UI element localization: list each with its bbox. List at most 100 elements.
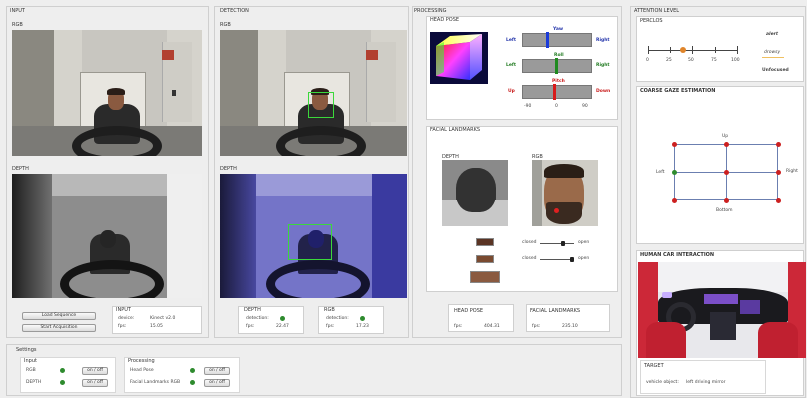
pose-tick-0: 0: [555, 104, 558, 109]
input-fps-value: 15.05: [150, 324, 163, 329]
gaze-point-mr: [776, 170, 781, 175]
detection-title: DETECTION: [220, 8, 249, 14]
detection-rgb-view: [220, 30, 407, 156]
gaze-title: COARSE GAZE ESTIMATION: [640, 88, 716, 94]
facial-landmarks-title: FACIAL LANDMARKS: [430, 127, 481, 133]
load-sequence-button[interactable]: Load Sequence: [22, 312, 96, 320]
gaze-point-br: [776, 198, 781, 203]
head-pose-box-title: HEAD POSE: [454, 308, 484, 314]
rgb-face-bbox: [308, 92, 334, 118]
input-rgb-view: [12, 30, 202, 156]
input-group-title: Input: [24, 358, 37, 364]
setting-rgb-label: RGB: [26, 368, 36, 373]
setting-depth-label: DEPTH: [26, 380, 42, 385]
head-pose-title: HEAD POSE: [430, 17, 460, 23]
left-eye-openness-slider: [540, 243, 574, 244]
perclos-marker: [680, 47, 686, 53]
perclos-tick-label-100: 100: [731, 58, 740, 63]
rgb-detection-status-dot: [360, 316, 365, 321]
pitch-down-label: Down: [596, 89, 611, 94]
yaw-slider: [522, 33, 592, 47]
detection-depth-box-title: DEPTH: [244, 307, 261, 313]
perclos-tick-75: [715, 47, 716, 53]
perclos-tick-50: [692, 46, 693, 54]
fl-fps-value: 235.10: [562, 324, 578, 329]
gaze-point-ml: [672, 170, 677, 175]
roll-marker: [555, 58, 558, 74]
depth-face-bbox: [288, 224, 332, 260]
setting-facial-landmarks-label: Facial Landmarks RGB: [130, 380, 181, 385]
rgb-toggle-button[interactable]: on / off: [82, 367, 108, 375]
target-title: TARGET: [644, 363, 664, 369]
car-interior-view: [638, 262, 806, 358]
detection-rgb-box-title: RGB: [324, 307, 335, 313]
input-depth-view: [12, 174, 202, 298]
input-fps-label: fps:: [118, 324, 127, 329]
processing-group-title: Processing: [128, 358, 155, 364]
depth-detection-status-dot: [280, 316, 285, 321]
roll-left-label: Left: [506, 63, 517, 68]
fl-rgb-face: [532, 160, 598, 226]
gaze-right-label: Right: [786, 169, 798, 174]
fl-fps-label: fps:: [532, 324, 541, 329]
rgb-detection-label: detection:: [326, 316, 349, 321]
settings-title: Settings: [16, 347, 37, 353]
right-eye-openness-handle: [570, 257, 574, 262]
detection-rgb-label: RGB: [220, 22, 231, 28]
right-eye-openness-slider: [540, 259, 574, 260]
left-eye-crop: [476, 238, 494, 246]
gaze-point-tr: [776, 142, 781, 147]
pitch-up-label: Up: [508, 89, 515, 94]
legend-unfocused: Unfocused: [762, 68, 789, 73]
fl-depth-face: [442, 160, 508, 226]
gaze-point-tl: [672, 142, 677, 147]
input-rgb-label: RGB: [12, 22, 23, 28]
setting-facial-landmarks-dot: [190, 380, 195, 385]
head-pose-toggle-button[interactable]: on / off: [204, 367, 230, 375]
depth-toggle-button[interactable]: on / off: [82, 379, 108, 387]
pitch-slider: [522, 85, 592, 99]
perclos-scale: [648, 50, 738, 51]
attention-title: ATTENTION LEVEL: [634, 8, 680, 14]
head-pose-fps-label: fps:: [454, 324, 463, 329]
perclos-tick-label-0: 0: [646, 58, 649, 63]
head-pose-fps-value: 404.31: [484, 324, 500, 329]
perclos-tick-label-75: 75: [711, 58, 717, 63]
rgb-fps-value: 17.23: [356, 324, 369, 329]
setting-head-pose-label: Head Pose: [130, 368, 154, 373]
mouth-crop: [470, 271, 500, 283]
input-title: INPUT: [10, 8, 25, 14]
legend-drowsy-swatch: [762, 57, 784, 58]
start-acquisition-button[interactable]: Start Acquisition: [22, 324, 96, 332]
head-pose-cube: [430, 32, 488, 84]
right-eye-closed-label: closed: [522, 256, 537, 261]
rgb-fps-label: fps:: [326, 324, 335, 329]
perclos-tick-label-25: 25: [666, 58, 672, 63]
gaze-left-label: Left: [656, 170, 665, 175]
left-mirror-highlight: [662, 292, 672, 298]
legend-alert: alert: [766, 32, 779, 37]
setting-depth-dot: [60, 380, 65, 385]
depth-fps-value: 22.47: [276, 324, 289, 329]
device-value: Kinect v2.0: [150, 316, 176, 321]
pitch-marker: [553, 84, 556, 100]
hci-title: HUMAN CAR INTERACTION: [640, 252, 715, 258]
perclos-tick-25: [670, 47, 671, 53]
gaze-up-label: Up: [722, 134, 729, 139]
gaze-point-bc: [724, 198, 729, 203]
perclos-tick-100: [737, 46, 738, 54]
legend-drowsy: drowsy: [764, 50, 781, 55]
depth-fps-label: fps:: [246, 324, 255, 329]
detection-depth-label: DEPTH: [220, 166, 237, 172]
right-eye-crop: [476, 255, 494, 263]
pose-tick-90: 90: [582, 104, 588, 109]
yaw-left-label: Left: [506, 38, 517, 43]
gaze-point-bl: [672, 198, 677, 203]
yaw-right-label: Right: [596, 38, 610, 43]
left-eye-open-label: open: [578, 240, 590, 245]
yaw-label: Yaw: [553, 27, 564, 32]
right-eye-open-label: open: [578, 256, 590, 261]
facial-landmarks-toggle-button[interactable]: on / off: [204, 379, 230, 387]
input-info-title: INPUT: [116, 307, 131, 313]
gaze-point-mc: [724, 170, 729, 175]
